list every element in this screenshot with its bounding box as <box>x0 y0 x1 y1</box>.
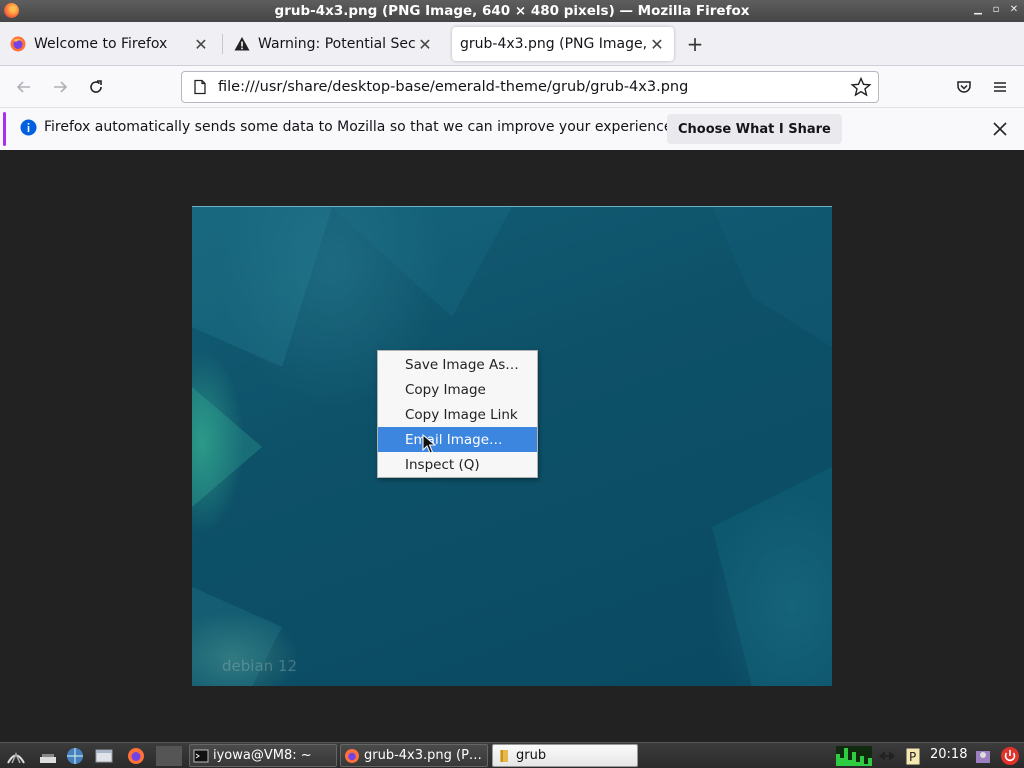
page-content: debian 12 Save Image As… Copy Image Copy… <box>0 150 1024 742</box>
forward-button[interactable] <box>47 74 73 100</box>
bookmark-star-icon[interactable] <box>850 76 872 98</box>
taskbar-task-firefox[interactable]: grub-4x3.png (P… <box>340 744 488 767</box>
maximize-icon[interactable]: ▫ <box>990 3 1002 17</box>
info-icon <box>20 119 37 136</box>
notification-accent <box>3 112 6 146</box>
close-tab-icon[interactable]: ✕ <box>416 35 434 54</box>
menu-item-save-image-as[interactable]: Save Image As… <box>378 352 537 377</box>
navigation-toolbar: file:///usr/share/desktop-base/emerald-t… <box>0 66 1024 108</box>
tab-strip: Welcome to Firefox ✕ Warning: Potential … <box>0 22 1024 66</box>
task-label: iyowa@VM8: ~ <box>213 748 312 763</box>
clipboard-p-icon[interactable]: P <box>903 746 923 766</box>
window-titlebar: grub-4x3.png (PNG Image, 640 × 480 pixel… <box>0 0 1024 22</box>
choose-what-i-share-button[interactable]: Choose What I Share <box>667 114 842 144</box>
menu-item-copy-image[interactable]: Copy Image <box>378 377 537 402</box>
close-tab-icon[interactable]: ✕ <box>648 35 666 54</box>
close-tab-icon[interactable]: ✕ <box>192 35 210 54</box>
taskbar-task-grub-folder[interactable]: grub <box>492 744 638 767</box>
forward-arrow-icon <box>54 81 68 93</box>
menu-item-email-image[interactable]: Email Image… <box>378 427 537 452</box>
file-manager-icon[interactable] <box>94 746 114 766</box>
menu-button[interactable] <box>987 74 1013 100</box>
taskbar-task-terminal[interactable]: iyowa@VM8: ~ <box>189 744 337 767</box>
tab-separator <box>222 34 223 54</box>
terminal-icon <box>193 749 209 762</box>
notification-message: Firefox automatically sends some data to… <box>44 119 677 135</box>
cpu-monitor-icon <box>836 746 872 766</box>
menu-item-copy-image-link[interactable]: Copy Image Link <box>378 402 537 427</box>
reload-icon <box>90 80 102 93</box>
tab-welcome[interactable]: Welcome to Firefox ✕ <box>8 27 216 61</box>
network-arrows-icon[interactable] <box>877 746 897 766</box>
back-arrow-icon <box>16 81 30 93</box>
firefox-icon <box>345 748 359 763</box>
firefox-icon <box>4 3 19 18</box>
pocket-button[interactable] <box>951 74 977 100</box>
mouse-pointer-icon <box>422 434 436 454</box>
url-text[interactable]: file:///usr/share/desktop-base/emerald-t… <box>218 79 850 95</box>
firefox-launcher-icon[interactable] <box>126 746 146 766</box>
debian-watermark: debian 12 <box>222 657 297 675</box>
firefox-icon <box>10 36 26 52</box>
tab-label: grub-4x3.png (PNG Image, 6 <box>460 36 648 52</box>
pocket-icon <box>957 81 971 93</box>
svg-text:P: P <box>909 750 916 764</box>
task-label: grub-4x3.png (P… <box>364 748 482 763</box>
close-icon[interactable] <box>988 117 1012 141</box>
reload-button[interactable] <box>83 74 109 100</box>
taskbar: iyowa@VM8: ~ grub-4x3.png (P… grub P 20:… <box>0 742 1024 768</box>
tab-label: Warning: Potential Securi <box>258 36 416 52</box>
data-notification-bar: Firefox automatically sends some data to… <box>0 108 1024 150</box>
tab-grub-image[interactable]: grub-4x3.png (PNG Image, 6 ✕ <box>452 27 674 61</box>
start-menu-icon[interactable] <box>6 746 26 766</box>
minimize-icon[interactable]: ▁ <box>972 3 984 17</box>
hamburger-menu-icon <box>994 82 1006 92</box>
back-button[interactable] <box>11 74 37 100</box>
network-icon[interactable] <box>65 746 85 766</box>
url-bar[interactable]: file:///usr/share/desktop-base/emerald-t… <box>181 71 879 103</box>
warning-icon <box>234 37 250 51</box>
tab-warning[interactable]: Warning: Potential Securi ✕ <box>232 27 440 61</box>
image-context-menu: Save Image As… Copy Image Copy Image Lin… <box>377 350 538 478</box>
show-desktop-icon[interactable] <box>38 746 58 766</box>
user-switch-icon[interactable] <box>973 746 993 766</box>
tab-label: Welcome to Firefox <box>34 36 168 52</box>
window-title: grub-4x3.png (PNG Image, 640 × 480 pixel… <box>274 3 750 19</box>
window-controls: ▁ ▫ ✕ <box>972 3 1020 17</box>
folder-icon <box>500 749 508 762</box>
menu-item-inspect[interactable]: Inspect (Q) <box>378 452 537 477</box>
task-label: grub <box>516 748 547 763</box>
close-icon[interactable]: ✕ <box>1008 3 1020 17</box>
clock[interactable]: 20:18 <box>930 747 967 762</box>
launcher-spacer <box>156 746 182 766</box>
page-icon <box>194 79 206 95</box>
new-tab-button[interactable]: + <box>684 32 706 56</box>
power-icon[interactable] <box>1000 746 1020 766</box>
